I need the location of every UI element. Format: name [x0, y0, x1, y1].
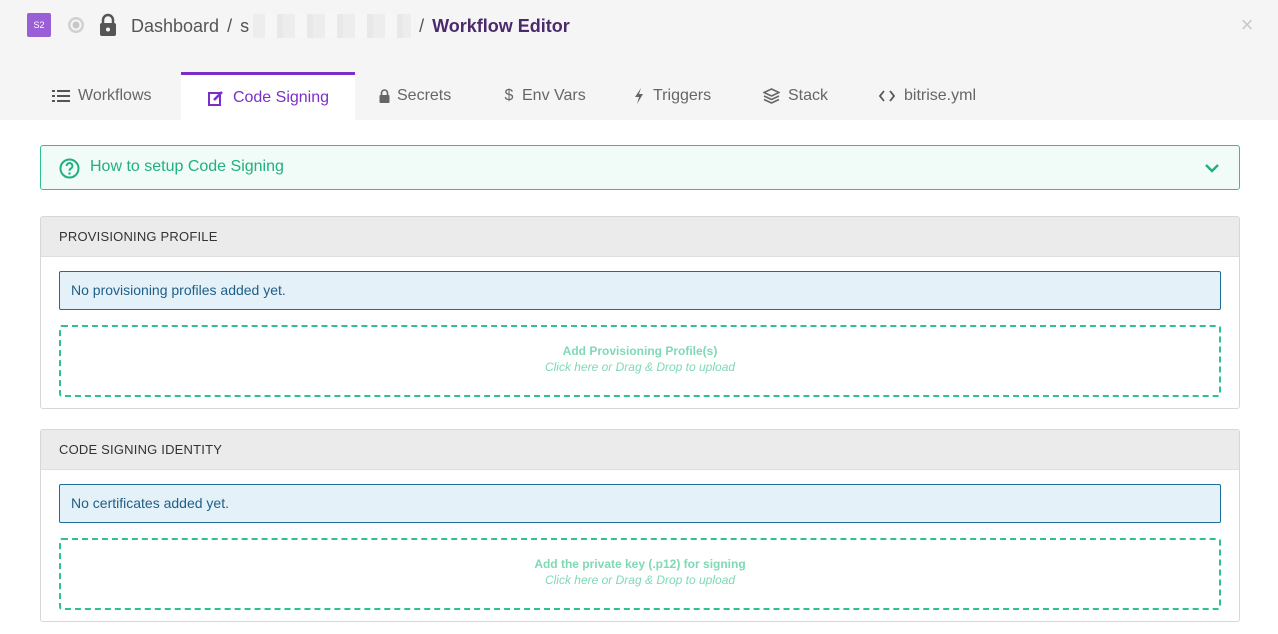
dropzone-title: Add Provisioning Profile(s): [562, 344, 718, 358]
provisioning-profile-panel: PROVISIONING PROFILE No provisioning pro…: [40, 216, 1240, 409]
settings-gear-icon[interactable]: [66, 15, 86, 35]
tab-label: Env Vars: [522, 87, 586, 104]
tab-label: Secrets: [397, 87, 452, 104]
code-icon: [878, 87, 896, 105]
dropzone-hint: Click here or Drag & Drop to upload: [544, 573, 736, 587]
empty-profiles-notice: No provisioning profiles added yet.: [59, 271, 1221, 310]
edit-icon: [207, 89, 225, 107]
code-signing-help-accordion[interactable]: How to setup Code Signing: [40, 145, 1240, 190]
list-icon: [52, 87, 70, 105]
tab-label: bitrise.yml: [904, 87, 977, 104]
tab-secrets[interactable]: Secrets: [378, 72, 451, 120]
help-label: How to setup Code Signing: [90, 158, 284, 175]
breadcrumb-app-name[interactable]: s: [240, 16, 249, 37]
lock-icon: [100, 13, 116, 36]
layers-icon: [762, 87, 780, 105]
tab-env-vars[interactable]: $ Env Vars: [503, 72, 586, 120]
bolt-icon: [633, 87, 645, 105]
page-title: Workflow Editor: [432, 15, 570, 36]
chevron-down-icon[interactable]: [1204, 160, 1220, 176]
close-button[interactable]: ×: [1238, 14, 1256, 36]
panel-title: CODE SIGNING IDENTITY: [41, 430, 1239, 470]
empty-certificates-notice: No certificates added yet.: [59, 484, 1221, 523]
lock-icon: [378, 87, 390, 105]
tab-label: Workflows: [78, 87, 152, 104]
tab-triggers[interactable]: Triggers: [633, 72, 711, 120]
redacted-app-name: [253, 14, 412, 38]
tab-stack[interactable]: Stack: [762, 72, 828, 120]
top-bar: S2 Dashboard / s / Workflow Editor × Wor…: [0, 0, 1278, 120]
tab-label: Stack: [788, 87, 829, 104]
breadcrumb-dashboard[interactable]: Dashboard: [131, 16, 219, 37]
panel-title: PROVISIONING PROFILE: [41, 217, 1239, 257]
tab-code-signing[interactable]: Code Signing: [181, 72, 355, 120]
breadcrumb: Dashboard / s / Workflow Editor: [131, 14, 570, 38]
tab-workflows[interactable]: Workflows: [52, 72, 152, 120]
dropzone-title: Add the private key (.p12) for signing: [534, 557, 746, 571]
tab-bitrise-yml[interactable]: bitrise.yml: [878, 72, 976, 120]
dollar-icon: $: [504, 87, 514, 104]
provisioning-profile-dropzone[interactable]: Add Provisioning Profile(s) Click here o…: [59, 325, 1221, 397]
tab-label: Code Signing: [232, 88, 330, 106]
breadcrumb-separator: /: [419, 15, 425, 36]
dropzone-hint: Click here or Drag & Drop to upload: [544, 360, 736, 374]
tab-label: Triggers: [653, 87, 712, 104]
certificate-dropzone[interactable]: Add the private key (.p12) for signing C…: [59, 538, 1221, 610]
question-circle-icon: [59, 158, 80, 179]
breadcrumb-separator: /: [227, 15, 233, 36]
code-signing-identity-panel: CODE SIGNING IDENTITY No certificates ad…: [40, 429, 1240, 622]
app-avatar[interactable]: S2: [27, 13, 51, 37]
